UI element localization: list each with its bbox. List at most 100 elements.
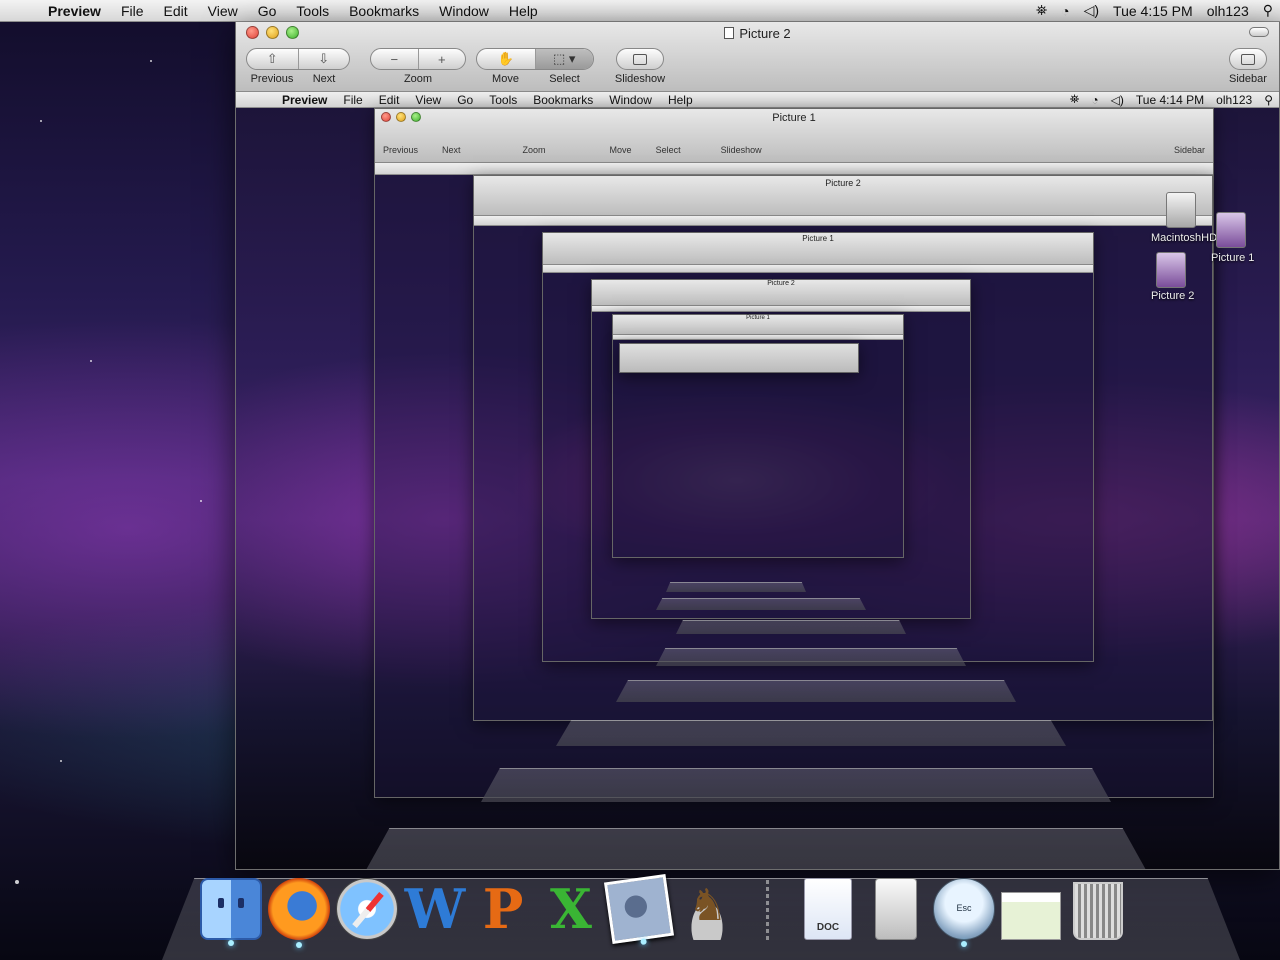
up-arrow-icon: ⇧	[266, 51, 278, 66]
menu-app-preview[interactable]: Preview	[38, 0, 111, 22]
zoom-out-button[interactable]: −	[371, 49, 418, 69]
down-arrow-icon: ⇩	[318, 51, 330, 66]
disk-utility-icon[interactable]	[875, 878, 917, 940]
star	[40, 120, 42, 122]
finder-icon[interactable]	[200, 878, 262, 946]
inner-binoculars-icon: ⛯	[1069, 92, 1080, 106]
menu-view[interactable]: View	[198, 0, 248, 22]
inner-menu-window: Window	[609, 92, 652, 107]
nested-title-3: Picture 1	[802, 234, 834, 243]
inner-menu-view: View	[415, 92, 442, 107]
user-menu[interactable]: olh123	[1200, 3, 1256, 19]
nested-title-4: Picture 2	[767, 280, 795, 287]
nested-slideshow-label: Slideshow	[720, 145, 762, 155]
nested-toolbar-4: Picture 2	[592, 280, 970, 306]
running-indicator	[296, 942, 302, 948]
binoculars-icon[interactable]: ⛯	[1029, 2, 1054, 19]
nested-dock	[481, 768, 1111, 802]
next-label: Next	[312, 73, 336, 85]
window-title: Picture 2	[236, 26, 1279, 41]
macintosh-hd-icon	[1166, 192, 1196, 228]
nested-title-5: Picture 1	[746, 315, 770, 321]
zoom-label: Zoom	[403, 73, 433, 85]
menu-edit[interactable]: Edit	[154, 0, 198, 22]
inner-menu-bar: Preview File Edit View Go Tools Bookmark…	[236, 92, 1279, 108]
nested-dock	[656, 598, 866, 610]
picture-2-label: Picture 2	[1151, 290, 1195, 302]
doc-file-icon[interactable]	[804, 878, 852, 940]
prev-next-group: ⇧ ⇩ Previous Next	[246, 48, 350, 85]
previous-button[interactable]: ⇧	[247, 49, 298, 69]
toolbar-toggle-button[interactable]	[1249, 27, 1269, 37]
sidebar-label: Sidebar	[1229, 73, 1267, 85]
time-machine-icon[interactable]: ◔	[1054, 3, 1076, 19]
slideshow-button[interactable]	[616, 48, 664, 70]
nested-menu-4	[592, 306, 970, 312]
nested-zoom-label: Zoom	[522, 145, 546, 155]
sidebar-button[interactable]	[1229, 48, 1267, 70]
plus-icon: +	[437, 51, 446, 67]
menu-window[interactable]: Window	[429, 0, 499, 22]
nested-toolbar-5: Picture 1	[613, 315, 903, 335]
nested-toolbar-2: Picture 2	[474, 176, 1212, 216]
nested-next-label: Next	[442, 145, 461, 155]
sidebar-group: Sidebar	[1223, 48, 1273, 85]
nested-window-2: Picture 2 Picture 1 Picture 2 Picture 1	[473, 175, 1213, 721]
menu-file[interactable]: File	[111, 0, 154, 22]
spotlight-search-icon[interactable]: ⚲	[1256, 2, 1280, 19]
trash-icon[interactable]	[1073, 882, 1123, 940]
inner-menu-tools: Tools	[489, 92, 518, 107]
nested-toolbar-1: Picture 1 Previous Next Zoom Move Select…	[375, 109, 1213, 163]
nested-window-5: Picture 1	[612, 314, 904, 558]
nested-window-3: Picture 1 Picture 2 Picture 1	[542, 232, 1094, 662]
menu-go[interactable]: Go	[248, 0, 287, 22]
nested-previous-label: Previous	[383, 145, 419, 155]
select-tool-button[interactable]: ⬚ ▾	[534, 49, 593, 69]
esc-icon[interactable]	[933, 878, 995, 947]
window-title-text: Picture 2	[739, 26, 791, 41]
inner-volume-icon: ◁)	[1110, 92, 1124, 107]
screenshot-icon[interactable]	[1001, 892, 1061, 940]
dock: W P X	[200, 873, 1129, 948]
slideshow-group: Slideshow	[608, 48, 672, 85]
inner-user: olh123	[1216, 92, 1253, 107]
volume-icon[interactable]: ◁)	[1077, 2, 1106, 19]
next-button[interactable]: ⇩	[297, 49, 350, 69]
nested-dock	[366, 828, 1146, 869]
image-canvas[interactable]: Preview File Edit View Go Tools Bookmark…	[236, 92, 1279, 869]
move-label: Move	[492, 73, 519, 85]
iphoto-preview-icon[interactable]	[603, 873, 675, 946]
document-proxy-icon[interactable]	[724, 27, 735, 39]
nested-minimize-icon	[396, 112, 406, 122]
inner-menu-bookmarks: Bookmarks	[533, 92, 594, 107]
menu-tools[interactable]: Tools	[286, 0, 339, 22]
nested-dock	[666, 582, 806, 592]
safari-icon[interactable]	[336, 878, 398, 940]
nested-menu-1	[375, 163, 1213, 175]
inner-menu-file: File	[343, 92, 363, 107]
menu-bookmarks[interactable]: Bookmarks	[339, 0, 429, 22]
nested-close-icon	[381, 112, 391, 122]
star	[150, 60, 152, 62]
word-icon[interactable]: W	[404, 878, 466, 940]
clock[interactable]: Tue 4:15 PM	[1106, 3, 1200, 19]
nested-sidebar-label: Sidebar	[1173, 145, 1205, 155]
nested-select-label: Select	[655, 145, 681, 155]
selection-icon: ⬚ ▾	[553, 51, 576, 66]
hand-icon: ✋	[497, 51, 514, 66]
inner-menu-go: Go	[457, 92, 474, 107]
zoom-in-button[interactable]: +	[417, 49, 466, 69]
dock-separator	[766, 880, 769, 940]
chess-icon[interactable]	[676, 878, 738, 940]
firefox-icon[interactable]	[268, 878, 330, 948]
nested-dock	[656, 648, 966, 666]
inner-clock: Tue 4:14 PM	[1135, 92, 1205, 107]
excel-icon[interactable]: X	[540, 878, 602, 940]
menu-bar: Preview File Edit View Go Tools Bookmark…	[0, 0, 1280, 22]
menu-help[interactable]: Help	[499, 0, 548, 22]
inner-menu-help: Help	[667, 92, 693, 107]
nested-menu-5	[613, 335, 903, 340]
move-tool-button[interactable]: ✋	[477, 49, 535, 69]
nested-dock	[676, 620, 906, 634]
powerpoint-icon[interactable]: P	[472, 878, 534, 940]
